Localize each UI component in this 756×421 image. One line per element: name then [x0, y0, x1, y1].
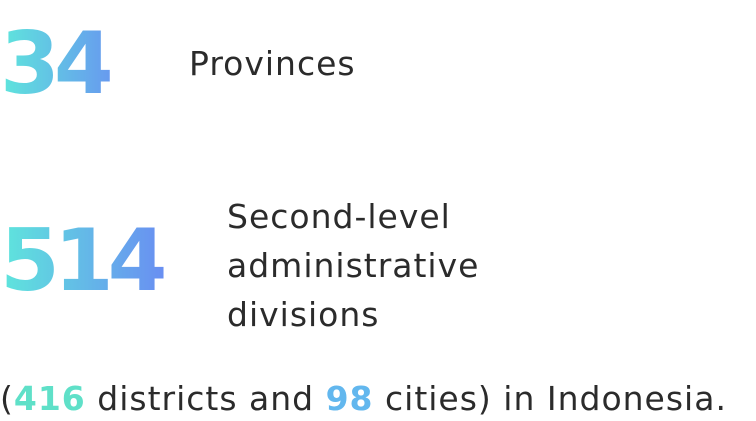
districts-count: 416: [13, 379, 86, 418]
divisions-label-line-2: administrative: [227, 246, 480, 285]
stats-panel: 34 Provinces 514 Second-level administra…: [0, 0, 756, 421]
provinces-count: 34: [0, 21, 140, 107]
cities-text: cities) in Indonesia.: [373, 379, 727, 418]
divisions-label: Second-level administrative divisions: [227, 192, 479, 339]
footnote: (416 districts and 98 cities) in Indones…: [0, 377, 727, 421]
provinces-label: Provinces: [189, 44, 356, 83]
divisions-label-line-1: Second-level: [227, 197, 451, 236]
divisions-count: 514: [0, 218, 180, 304]
divisions-label-line-3: divisions: [227, 295, 380, 334]
footnote-open-paren: (: [0, 379, 14, 418]
cities-count: 98: [325, 379, 374, 418]
districts-text: districts and: [85, 379, 326, 418]
